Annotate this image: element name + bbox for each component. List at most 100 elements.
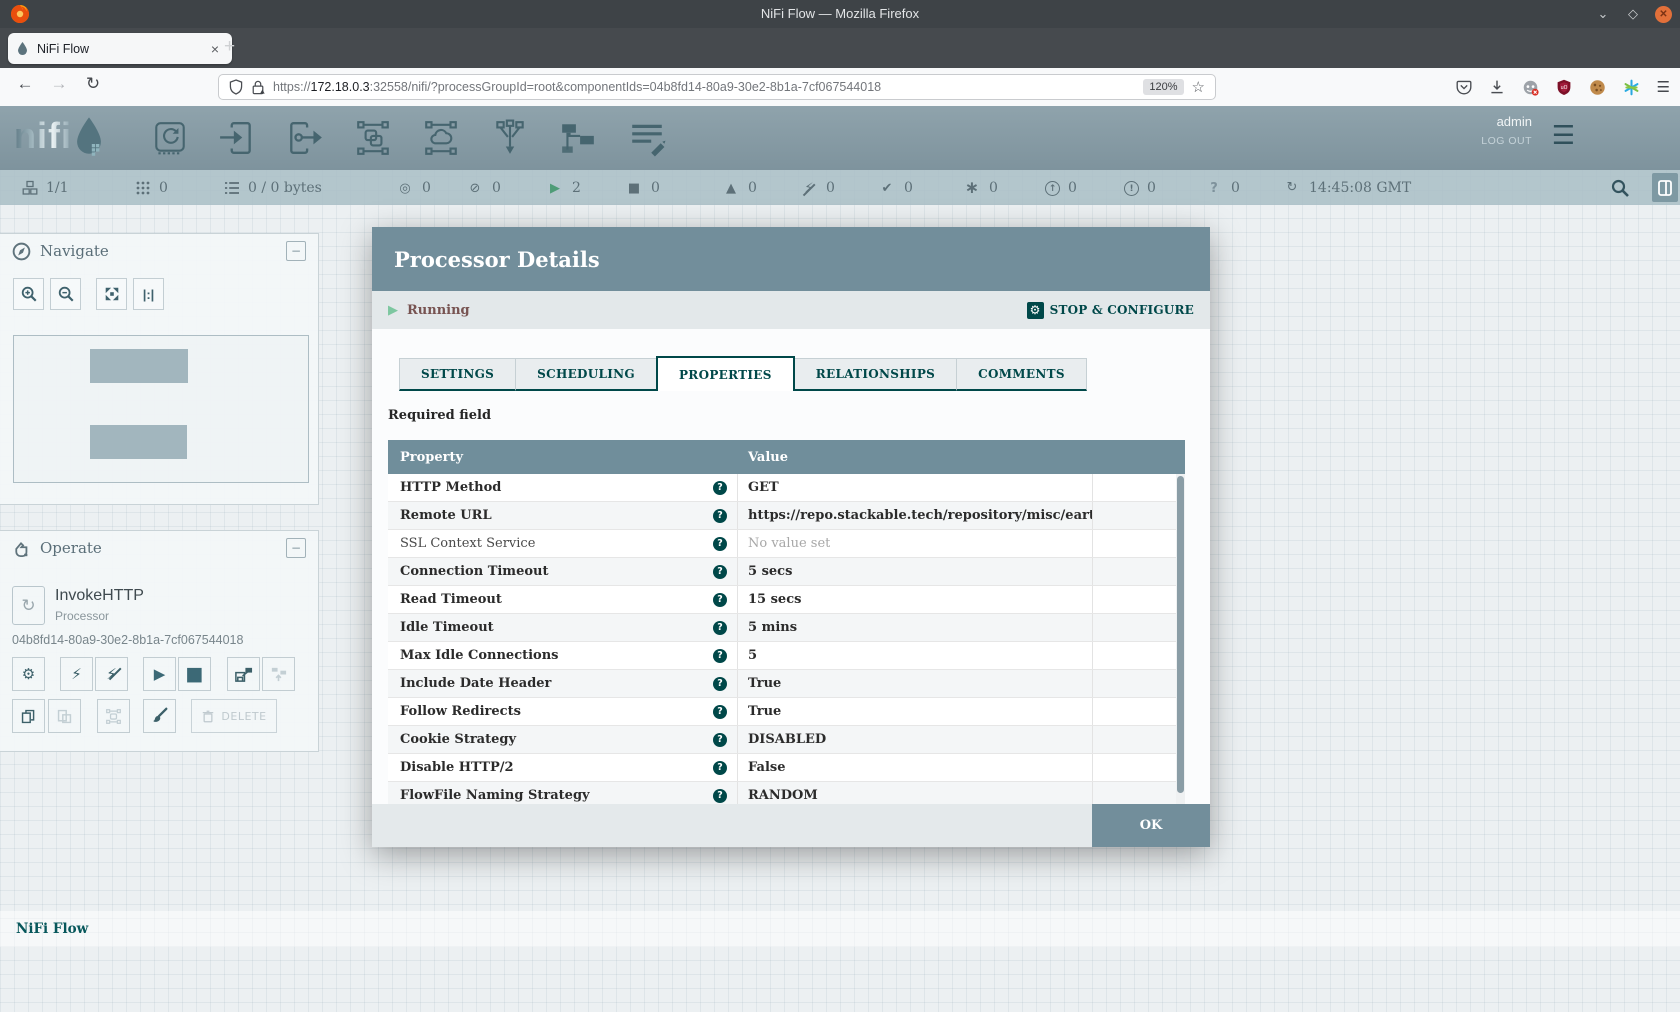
add-remote-process-group-icon[interactable] — [422, 119, 460, 157]
tab-properties[interactable]: PROPERTIES — [656, 356, 795, 391]
zoom-in-button[interactable] — [13, 278, 44, 310]
disable-button[interactable]: ⚡ — [95, 657, 128, 691]
zoom-fit-button[interactable] — [96, 278, 127, 310]
zoom-level-badge[interactable]: 120% — [1143, 79, 1183, 95]
add-input-port-icon[interactable] — [218, 119, 256, 157]
birdseye-toggle-button[interactable] — [1652, 173, 1678, 202]
copy-button[interactable] — [12, 699, 45, 733]
tab-relationships[interactable]: RELATIONSHIPS — [794, 358, 957, 391]
configure-button[interactable]: ⚙ — [12, 657, 45, 691]
refresh-icon[interactable]: ↻ — [1283, 180, 1301, 195]
status-count: 0 — [651, 180, 660, 196]
minimap-processor — [90, 349, 188, 383]
help-icon[interactable]: ? — [713, 509, 727, 523]
table-row[interactable]: Remote URL?https://repo.stackable.tech/r… — [388, 502, 1185, 530]
logout-link[interactable]: LOG OUT — [1412, 135, 1532, 147]
add-process-group-icon[interactable] — [354, 119, 392, 157]
new-tab-button[interactable]: + — [224, 36, 235, 58]
url-bar[interactable]: https://172.18.0.3:32558/nifi/?processGr… — [218, 74, 1216, 100]
add-funnel-icon[interactable] — [491, 119, 529, 157]
pocket-icon[interactable] — [1456, 79, 1472, 95]
collapse-navigate-icon[interactable]: − — [286, 241, 306, 261]
stop-button[interactable]: ■ — [178, 657, 211, 691]
table-row[interactable]: FlowFile Naming Strategy?RANDOM — [388, 782, 1185, 804]
add-template-icon[interactable] — [559, 119, 597, 157]
help-icon[interactable]: ? — [713, 621, 727, 635]
help-icon[interactable]: ? — [713, 537, 727, 551]
property-actions-cell — [1093, 670, 1185, 697]
help-icon[interactable]: ? — [713, 789, 727, 803]
global-menu-icon[interactable]: ☰ — [1552, 120, 1575, 151]
color-button[interactable] — [143, 699, 176, 733]
window-close-icon[interactable]: ✕ — [1655, 6, 1672, 23]
username: admin — [1412, 114, 1532, 129]
nifi-canvas[interactable]: nifi admin LOG OUT ☰ 1/100 / 0 bytes◎0⊘0… — [0, 106, 1680, 1012]
help-icon[interactable]: ? — [713, 649, 727, 663]
birdseye-minimap[interactable] — [13, 335, 309, 483]
lock-icon[interactable] — [251, 80, 265, 95]
table-row[interactable]: Cookie Strategy?DISABLED — [388, 726, 1185, 754]
tab-close-icon[interactable]: × — [206, 41, 224, 57]
scrollbar-thumb[interactable] — [1177, 476, 1184, 793]
table-row[interactable]: Connection Timeout?5 secs — [388, 558, 1185, 586]
url-text[interactable]: https://172.18.0.3:32558/nifi/?processGr… — [273, 80, 1143, 94]
table-row[interactable]: Follow Redirects?True — [388, 698, 1185, 726]
help-icon[interactable]: ? — [713, 565, 727, 579]
breadcrumb-root[interactable]: NiFi Flow — [16, 921, 88, 937]
stop-and-configure-button[interactable]: ⚙ STOP & CONFIGURE — [1027, 302, 1194, 319]
back-icon[interactable]: ← — [12, 74, 38, 94]
table-row[interactable]: Idle Timeout?5 mins — [388, 614, 1185, 642]
forward-icon: → — [46, 74, 72, 94]
shield-icon[interactable] — [229, 79, 243, 95]
reload-icon[interactable]: ↻ — [80, 74, 106, 94]
zoom-out-button[interactable] — [50, 278, 81, 310]
help-icon[interactable]: ? — [713, 481, 727, 495]
help-icon[interactable]: ? — [713, 733, 727, 747]
bookmark-star-icon[interactable]: ☆ — [1192, 78, 1205, 96]
table-row[interactable]: Read Timeout?15 secs — [388, 586, 1185, 614]
table-row[interactable]: HTTP Method?GET — [388, 474, 1185, 502]
tab-scheduling[interactable]: SCHEDULING — [515, 358, 657, 391]
collapse-operate-icon[interactable]: − — [286, 538, 306, 558]
download-icon[interactable] — [1489, 79, 1505, 95]
property-value: 5 — [748, 648, 757, 663]
help-icon[interactable]: ? — [713, 761, 727, 775]
ok-button[interactable]: OK — [1092, 804, 1210, 847]
window-minimize-icon[interactable]: ⌄ — [1595, 6, 1611, 22]
table-row[interactable]: Disable HTTP/2?False — [388, 754, 1185, 782]
table-scrollbar[interactable] — [1176, 474, 1185, 804]
help-icon[interactable]: ? — [713, 705, 727, 719]
extension-ublock-icon[interactable]: uO — [1556, 79, 1572, 95]
save-template-button[interactable] — [227, 657, 260, 691]
start-button[interactable]: ▶ — [143, 657, 176, 691]
extension-cookie-icon[interactable] — [1589, 79, 1606, 96]
browser-tab[interactable]: NiFi Flow × — [8, 33, 232, 64]
help-icon[interactable]: ? — [713, 677, 727, 691]
user-menu[interactable]: admin LOG OUT — [1412, 114, 1532, 147]
add-label-icon[interactable] — [628, 119, 666, 157]
extension-colorful-icon[interactable] — [1623, 79, 1640, 96]
help-icon[interactable]: ? — [713, 593, 727, 607]
tab-settings[interactable]: SETTINGS — [399, 358, 516, 391]
table-row[interactable]: Max Idle Connections?5 — [388, 642, 1185, 670]
compass-icon — [12, 242, 31, 261]
tab-comments[interactable]: COMMENTS — [956, 358, 1087, 391]
property-value: No value set — [748, 536, 830, 551]
column-header-value: Value — [738, 450, 1093, 465]
property-name: SSL Context Service — [400, 536, 535, 551]
table-row[interactable]: Include Date Header?True — [388, 670, 1185, 698]
extension-mask-icon[interactable] — [1522, 79, 1539, 96]
search-icon[interactable] — [1610, 178, 1630, 198]
enable-button[interactable]: ⚡ — [60, 657, 93, 691]
status-count: 0 — [1147, 180, 1156, 196]
window-maximize-icon[interactable]: ◇ — [1625, 6, 1641, 22]
group-button — [97, 699, 130, 733]
menu-hamburger-icon[interactable]: ☰ — [1657, 78, 1670, 96]
dialog-header: Processor Details — [372, 227, 1210, 291]
zoom-actual-size-button[interactable]: |:| — [133, 278, 164, 310]
add-processor-icon[interactable] — [151, 119, 189, 157]
property-name: Read Timeout — [400, 592, 502, 607]
add-output-port-icon[interactable] — [286, 119, 324, 157]
table-row[interactable]: SSL Context Service? No value set — [388, 530, 1185, 558]
status-count: 0 — [1068, 180, 1077, 196]
